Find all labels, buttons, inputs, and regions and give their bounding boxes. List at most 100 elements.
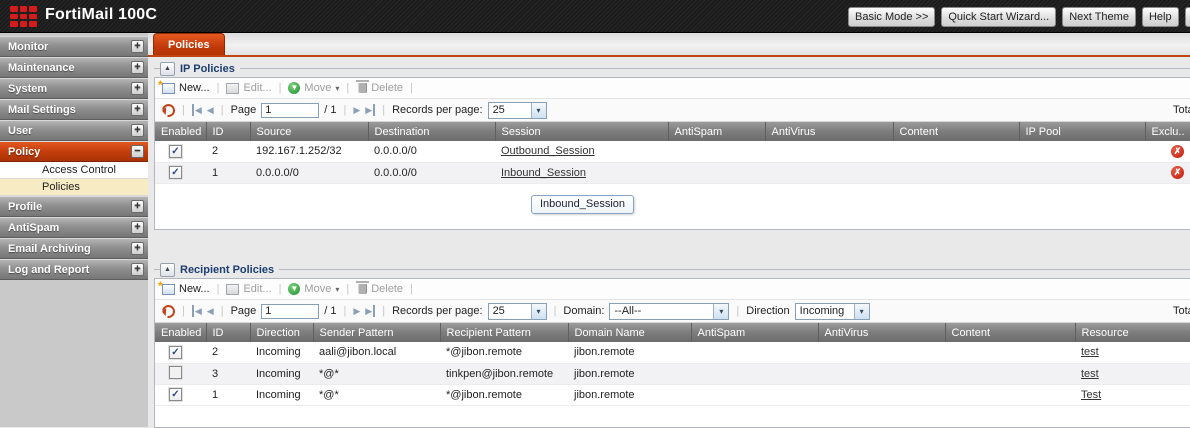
new-button[interactable]: New... xyxy=(158,279,210,295)
expand-plus-icon[interactable] xyxy=(131,263,144,276)
sidebar-item-profile[interactable]: Profile xyxy=(0,196,148,217)
enabled-checkbox[interactable] xyxy=(169,388,182,401)
quick-start-wizard-button[interactable]: Quick Start Wizard... xyxy=(941,7,1057,27)
last-page-icon[interactable] xyxy=(365,104,376,116)
sidebar-item-user[interactable]: User xyxy=(0,120,148,141)
help-button[interactable]: Help xyxy=(1141,7,1179,27)
resource-link[interactable]: test xyxy=(1081,368,1099,380)
antivirus-cell xyxy=(765,141,893,163)
collapse-minus-icon[interactable] xyxy=(131,145,144,158)
table-row: 10.0.0.0/00.0.0.0/0Inbound_Session xyxy=(155,162,1190,184)
ip-pool-cell xyxy=(1019,141,1145,163)
logout-button[interactable]: Logout xyxy=(1184,7,1190,27)
column-header-sender-pattern: Sender Pattern xyxy=(313,323,441,342)
column-header-domain-name: Domain Name xyxy=(568,323,692,342)
direction-label: Direction xyxy=(746,305,790,317)
delete-button[interactable]: Delete xyxy=(356,80,403,94)
page-input[interactable] xyxy=(261,303,320,319)
id-cell: 3 xyxy=(206,363,250,385)
sidebar-item-antispam[interactable]: AntiSpam xyxy=(0,217,148,238)
expand-plus-icon[interactable] xyxy=(131,221,144,234)
sidebar-item-access-control[interactable]: Access Control xyxy=(0,162,148,179)
expand-plus-icon[interactable] xyxy=(131,82,144,95)
page-input[interactable] xyxy=(261,102,320,118)
move-button[interactable]: Move xyxy=(288,82,339,94)
ip-pool-cell xyxy=(1019,162,1145,184)
expand-plus-icon[interactable] xyxy=(131,200,144,213)
enabled-cell xyxy=(155,342,206,364)
sidebar-item-log-and-report[interactable]: Log and Report xyxy=(0,259,148,280)
id-cell: 2 xyxy=(206,141,250,163)
records-per-page-select[interactable]: 25 xyxy=(487,302,547,320)
red-x-icon[interactable] xyxy=(1171,144,1184,158)
first-page-icon[interactable] xyxy=(191,104,202,116)
refresh-icon[interactable] xyxy=(159,100,178,120)
content-cell xyxy=(945,342,1075,364)
sidebar-item-email-archiving[interactable]: Email Archiving xyxy=(0,238,148,259)
content-cell xyxy=(945,363,1075,385)
basic-mode-button[interactable]: Basic Mode >> xyxy=(848,7,936,27)
expand-plus-icon[interactable] xyxy=(131,242,144,255)
next-theme-button[interactable]: Next Theme xyxy=(1062,7,1136,27)
session-link[interactable]: Outbound_Session xyxy=(501,145,595,157)
prev-page-icon[interactable] xyxy=(207,104,214,116)
antispam-cell xyxy=(691,342,818,364)
edit-icon xyxy=(226,82,240,94)
antivirus-cell xyxy=(818,342,945,364)
next-page-icon[interactable] xyxy=(353,305,360,317)
domain-select[interactable]: --All-- xyxy=(609,302,730,320)
recipient-policies-pager: | | Page / 1 | | Records per page: 25 | … xyxy=(155,300,1190,323)
enabled-cell xyxy=(155,141,206,163)
next-page-icon[interactable] xyxy=(353,104,360,116)
sidebar-item-system[interactable]: System xyxy=(0,78,148,99)
expand-plus-icon[interactable] xyxy=(131,124,144,137)
section-title: IP Policies xyxy=(180,62,235,75)
column-header-id: ID xyxy=(206,122,251,141)
sidebar: Monitor Maintenance System Mail Settings… xyxy=(0,33,148,427)
enabled-cell xyxy=(155,162,206,184)
top-bar: FortiMail 100C Basic Mode >> Quick Start… xyxy=(0,0,1190,33)
prev-page-icon[interactable] xyxy=(207,305,214,317)
refresh-icon[interactable] xyxy=(159,301,178,321)
sidebar-item-mail-settings[interactable]: Mail Settings xyxy=(0,99,148,120)
chevron-down-icon xyxy=(530,102,546,118)
domain-label: Domain: xyxy=(563,305,605,317)
tab-policies[interactable]: Policies xyxy=(153,33,225,55)
collapse-section-icon[interactable] xyxy=(160,262,175,277)
first-page-icon[interactable] xyxy=(191,305,202,317)
sidebar-item-policy[interactable]: Policy xyxy=(0,141,148,162)
page-total: / 1 xyxy=(324,305,337,317)
enabled-checkbox[interactable] xyxy=(169,166,182,179)
page-label: Page xyxy=(230,305,257,317)
sidebar-item-maintenance[interactable]: Maintenance xyxy=(0,57,148,78)
direction-select[interactable]: Incoming xyxy=(794,302,870,320)
resource-link[interactable]: Test xyxy=(1081,389,1101,401)
red-x-icon[interactable] xyxy=(1171,166,1184,179)
content-cell xyxy=(945,384,1075,406)
session-link[interactable]: Inbound_Session xyxy=(501,167,586,179)
enabled-checkbox[interactable] xyxy=(169,365,182,379)
new-button[interactable]: New... xyxy=(158,78,210,94)
expand-plus-icon[interactable] xyxy=(131,103,144,116)
table-header-row: Enabled ID Source Destination Session AntiSpa… xyxy=(155,122,1190,141)
edit-button[interactable]: Edit... xyxy=(226,283,272,295)
enabled-checkbox[interactable] xyxy=(169,345,182,359)
recipient-policies-table: Enabled ID Direction Sender Pattern Recipien… xyxy=(155,323,1190,406)
edit-button[interactable]: Edit... xyxy=(226,82,272,94)
destination-cell: 0.0.0.0/0 xyxy=(368,162,495,184)
sidebar-item-monitor[interactable]: Monitor xyxy=(0,36,148,57)
sidebar-item-policies[interactable]: Policies xyxy=(0,179,148,196)
expand-plus-icon[interactable] xyxy=(131,61,144,74)
resource-link[interactable]: test xyxy=(1081,346,1099,358)
collapse-section-icon[interactable] xyxy=(160,61,175,76)
records-per-page-select[interactable]: 25 xyxy=(487,101,547,119)
chevron-down-icon xyxy=(335,285,339,294)
enabled-checkbox[interactable] xyxy=(169,144,182,158)
delete-button[interactable]: Delete xyxy=(356,281,403,295)
last-page-icon[interactable] xyxy=(365,305,376,317)
source-cell: 192.167.1.252/32 xyxy=(250,141,368,163)
new-icon xyxy=(158,78,175,94)
topbar-buttons: Basic Mode >> Quick Start Wizard... Next… xyxy=(848,7,1190,27)
move-button[interactable]: Move xyxy=(288,283,339,295)
expand-plus-icon[interactable] xyxy=(131,40,144,53)
